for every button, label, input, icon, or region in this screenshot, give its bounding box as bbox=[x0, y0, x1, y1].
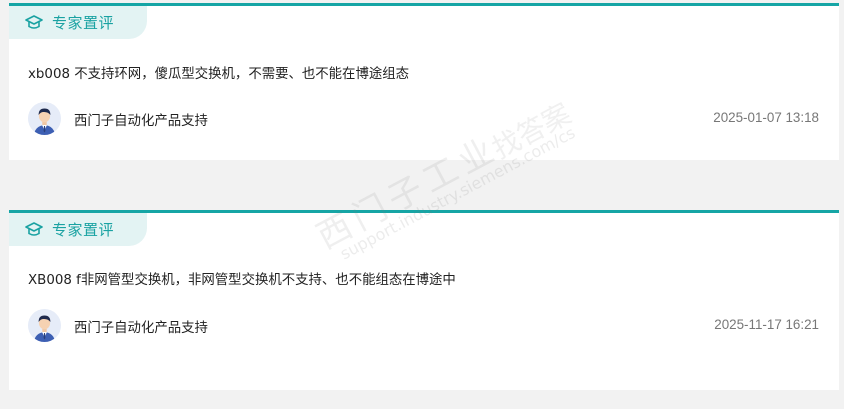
review-timestamp: 2025-11-17 16:21 bbox=[714, 317, 819, 332]
expert-review-label: 专家置评 bbox=[52, 221, 115, 239]
expert-review-card: 专家置评 xb008 不支持环网，傻瓜型交换机，不需要、也不能在博途组态 西门子… bbox=[9, 3, 839, 160]
expert-review-label: 专家置评 bbox=[52, 14, 115, 32]
graduation-cap-icon bbox=[25, 14, 43, 29]
review-author: 西门子自动化产品支持 bbox=[28, 102, 208, 135]
avatar bbox=[28, 309, 61, 342]
graduation-cap-icon bbox=[25, 221, 43, 236]
review-timestamp: 2025-01-07 13:18 bbox=[713, 110, 819, 125]
author-name[interactable]: 西门子自动化产品支持 bbox=[74, 316, 208, 336]
expert-review-tag: 专家置评 bbox=[9, 6, 147, 39]
expert-review-tag: 专家置评 bbox=[9, 213, 147, 246]
author-name[interactable]: 西门子自动化产品支持 bbox=[74, 109, 208, 129]
avatar bbox=[28, 102, 61, 135]
review-comment: xb008 不支持环网，傻瓜型交换机，不需要、也不能在博途组态 bbox=[28, 67, 410, 82]
expert-review-card: 专家置评 XB008 f非网管型交换机，非网管型交换机不支持、也不能组态在博途中… bbox=[9, 210, 839, 390]
review-comment: XB008 f非网管型交换机，非网管型交换机不支持、也不能组态在博途中 bbox=[28, 273, 456, 288]
review-author: 西门子自动化产品支持 bbox=[28, 309, 208, 342]
